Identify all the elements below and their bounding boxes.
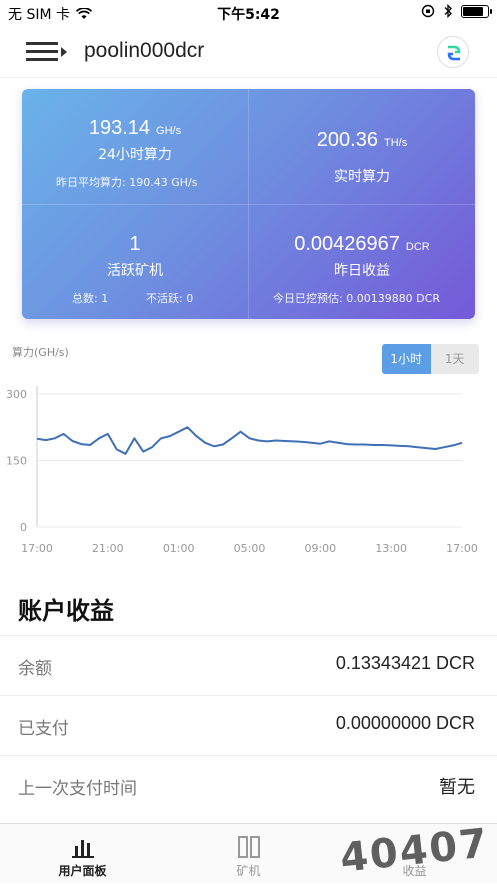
hashrate-realtime-cell: 200.36 TH/s 实时算力 [249,89,475,204]
tab-dashboard[interactable]: 用户面板 [0,824,165,884]
x-tick-label: 09:00 [304,542,336,555]
x-tick-label: 21:00 [92,542,124,555]
tab-miners[interactable]: 矿机 [166,824,331,884]
y-tick-label: 0 [20,521,27,534]
inactive-miners: 不活跃: 0 [146,292,194,305]
earnings-row-last-payment: 上一次支付时间 暂无 [0,755,497,815]
hashrate-line-chart: 0 150 300 17:00 21:00 01:00 05:00 09:00 13:00 17:… [6,386,478,555]
x-tick-label: 17:00 [446,542,478,555]
last-payment-value: 暂无 [439,777,475,797]
battery-icon [461,4,492,18]
y-tick-label: 150 [6,455,27,468]
yesterday-earnings-cell: 0.00426967 DCR 昨日收益 今日已挖预估: 0.00139880 DC… [249,205,475,319]
earnings-row-paid: 已支付 0.00000000 DCR [0,695,497,755]
chart-y-label: 算力(GH/s) [12,346,69,359]
toggle-1-day[interactable]: 1天 [430,344,479,374]
hashrate-24h-label: 24小时算力 [98,147,172,163]
bluetooth-icon [444,4,452,18]
total-miners: 总数: 1 [72,292,109,305]
yesterday-avg-hashrate: 昨日平均算力: 190.43 GH/s [56,176,198,189]
hashrate-chart: 算力(GH/s) 1小时 1天 0 150 300 17:00 21:00 01:00 05… [0,330,497,570]
balance-value: 0.13343421 DCR [335,653,475,673]
tab-miners-label: 矿机 [236,864,261,878]
today-estimate: 今日已挖预估: 0.00139880 DCR [273,292,440,305]
toggle-1-hour[interactable]: 1小时 [382,344,431,374]
status-bar: 无 SIM 卡 下午5:42 [0,0,497,26]
menu-icon[interactable] [26,40,70,64]
time-range-toggle: 1小时 1天 [382,344,479,374]
bar-chart-icon [72,840,94,858]
balance-label: 余额 [18,659,52,679]
y-tick-label: 300 [6,388,27,401]
paid-label: 已支付 [18,719,69,739]
x-tick-label: 17:00 [21,542,53,555]
hashrate-realtime-value: 200.36 TH/s [316,129,408,151]
hashrate-24h-cell: 193.14 GH/s 24小时算力 昨日平均算力: 190.43 GH/s [22,89,248,204]
decred-logo-icon[interactable] [437,36,469,68]
hashrate-realtime-label: 实时算力 [334,169,390,185]
earnings-section-title: 账户收益 [18,597,114,625]
yesterday-earnings-value: 0.00426967 DCR [294,233,430,255]
earnings-row-balance: 余额 0.13343421 DCR [0,635,497,695]
yesterday-earnings-label: 昨日收益 [334,263,390,279]
page-title: poolin000dcr [84,39,205,62]
active-miners-cell: 1 活跃矿机 总数: 1 不活跃: 0 [22,205,248,319]
hashrate-stats-card: 193.14 GH/s 24小时算力 昨日平均算力: 190.43 GH/s 20… [22,89,475,319]
x-tick-label: 05:00 [234,542,266,555]
app-bar: poolin000dcr [0,26,497,78]
active-miners-value: 1 [129,233,141,255]
tab-dashboard-label: 用户面板 [58,864,107,878]
hashrate-24h-value: 193.14 GH/s [88,117,182,139]
hashrate-series-line [36,426,463,455]
active-miners-label: 活跃矿机 [107,263,163,279]
x-tick-label: 01:00 [163,542,195,555]
x-tick-label: 13:00 [375,542,407,555]
paid-value: 0.00000000 DCR [335,713,475,733]
last-payment-label: 上一次支付时间 [18,779,137,799]
orientation-lock-icon [421,4,435,18]
miner-icon [238,836,260,858]
